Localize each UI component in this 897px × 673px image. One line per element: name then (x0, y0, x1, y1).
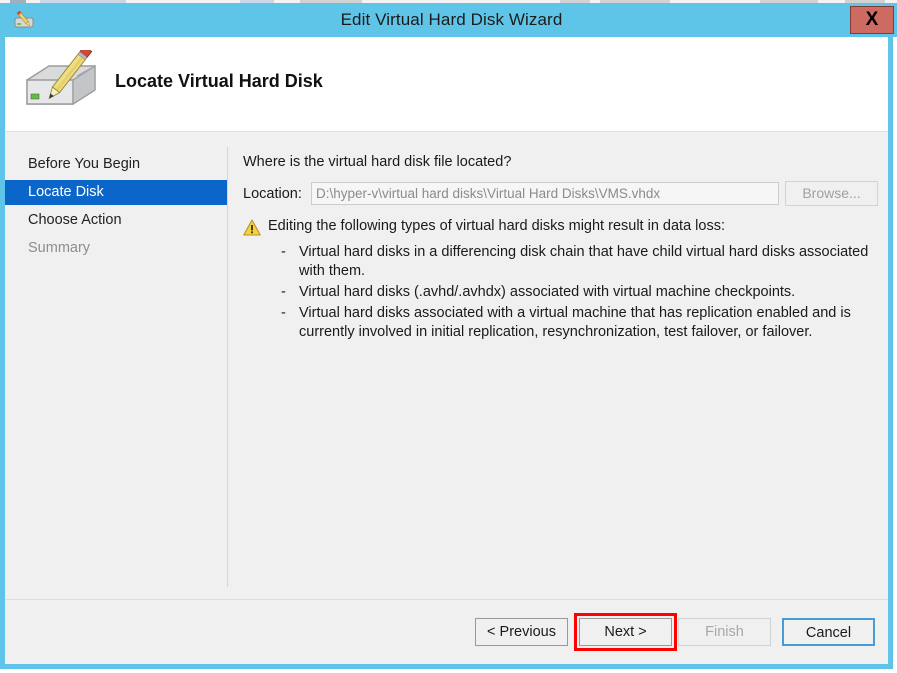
warning-list-item-text: Virtual hard disks (.avhd/.avhdx) associ… (299, 284, 796, 300)
sidebar-item-summary: Summary (28, 240, 91, 256)
page-title: Locate Virtual Hard Disk (115, 71, 323, 91)
bullet-dash: - (281, 244, 286, 260)
next-button[interactable]: Next > (579, 618, 672, 646)
edit-virtual-hard-disk-wizard-window: Edit Virtual Hard Disk Wizard X Locate V… (0, 3, 897, 669)
warning-list: - Virtual hard disks in a differencing d… (277, 243, 877, 344)
sidebar-item-choose-action[interactable]: Choose Action (5, 208, 227, 233)
location-input[interactable] (311, 182, 779, 205)
sidebar-item-before-you-begin[interactable]: Before You Begin (5, 152, 227, 177)
sidebar-item-locate-disk[interactable]: Locate Disk (5, 180, 227, 205)
warning-list-item: - Virtual hard disks (.avhd/.avhdx) asso… (277, 283, 877, 302)
warning-list-item-text: Virtual hard disks associated with a vir… (299, 305, 851, 340)
warning-list-item: - Virtual hard disks in a differencing d… (277, 243, 877, 281)
finish-button: Finish (678, 618, 771, 646)
bullet-dash: - (281, 284, 286, 300)
title-bar: Edit Virtual Hard Disk Wizard X (5, 3, 897, 37)
warning-heading: Editing the following types of virtual h… (268, 218, 725, 234)
hard-disk-with-pencil-icon (19, 45, 103, 118)
close-button[interactable]: X (850, 6, 894, 34)
warning-triangle-icon (243, 219, 261, 236)
wizard-header: Locate Virtual Hard Disk (5, 37, 888, 132)
window-title: Edit Virtual Hard Disk Wizard (340, 10, 563, 29)
wizard-body: Before You Begin Locate Disk Choose Acti… (5, 133, 888, 599)
location-label: Location: (243, 186, 302, 202)
browse-button: Browse... (785, 181, 878, 206)
wizard-footer: < Previous Next > Finish Cancel (5, 599, 888, 659)
bullet-dash: - (281, 305, 286, 321)
cancel-button[interactable]: Cancel (782, 618, 875, 646)
question-label: Where is the virtual hard disk file loca… (243, 154, 512, 170)
content-pane: Where is the virtual hard disk file loca… (237, 133, 888, 599)
warning-list-item: - Virtual hard disks associated with a v… (277, 304, 877, 342)
warning-list-item-text: Virtual hard disks in a differencing dis… (299, 244, 869, 279)
wizard-step-sidebar: Before You Begin Locate Disk Choose Acti… (5, 133, 227, 599)
previous-button[interactable]: < Previous (475, 618, 568, 646)
sidebar-divider (227, 147, 228, 587)
